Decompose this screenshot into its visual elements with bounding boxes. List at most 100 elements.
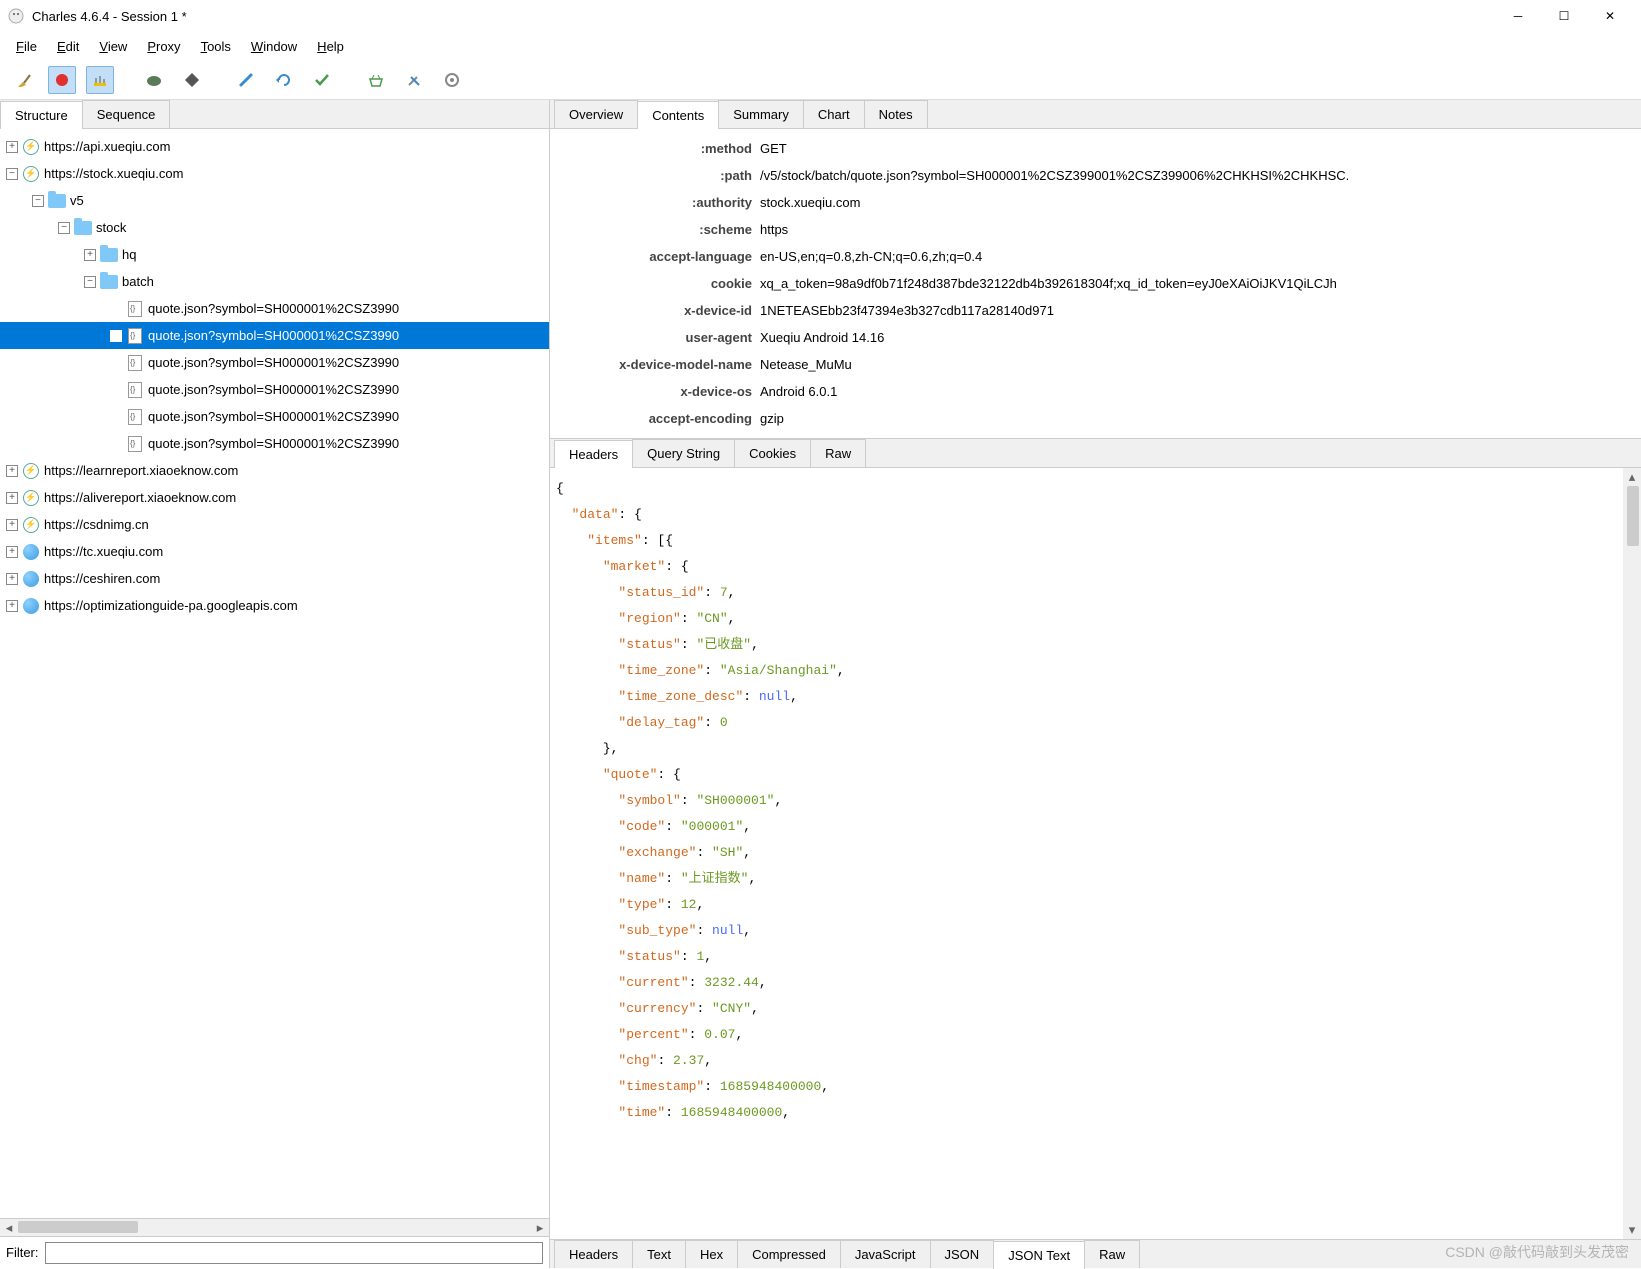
- tree-folder[interactable]: −v5: [0, 187, 549, 214]
- tree-folder[interactable]: −batch: [0, 268, 549, 295]
- expander-icon[interactable]: +: [6, 492, 18, 504]
- btab-headers[interactable]: Headers: [554, 1240, 633, 1268]
- repeat-icon[interactable]: [270, 66, 298, 94]
- response-json-view[interactable]: { "data": { "items": [{ "market": { "sta…: [550, 468, 1641, 1239]
- expander-icon[interactable]: −: [32, 195, 44, 207]
- subtab-cookies[interactable]: Cookies: [734, 439, 811, 467]
- tree-hscrollbar[interactable]: ◂▸: [0, 1218, 549, 1236]
- lock-icon: ⚡: [22, 462, 40, 480]
- maximize-button[interactable]: ☐: [1541, 0, 1587, 32]
- broom-icon[interactable]: [10, 66, 38, 94]
- btab-compressed[interactable]: Compressed: [737, 1240, 841, 1268]
- expander-icon[interactable]: +: [6, 573, 18, 585]
- titlebar: Charles 4.6.4 - Session 1 * ─ ☐ ✕: [0, 0, 1641, 32]
- btab-json[interactable]: JSON: [930, 1240, 995, 1268]
- tree-file[interactable]: quote.json?symbol=SH000001%2CSZ3990: [0, 322, 549, 349]
- request-subtabs: Headers Query String Cookies Raw: [550, 438, 1641, 468]
- expander-icon[interactable]: +: [84, 249, 96, 261]
- menu-file[interactable]: File: [6, 35, 47, 58]
- header-row: cookiexq_a_token=98a9df0b71f248d387bde32…: [560, 270, 1631, 297]
- close-button[interactable]: ✕: [1587, 0, 1633, 32]
- menu-tools[interactable]: Tools: [191, 35, 241, 58]
- menu-window[interactable]: Window: [241, 35, 307, 58]
- structure-tree[interactable]: +⚡https://api.xueqiu.com−⚡https://stock.…: [0, 129, 549, 1218]
- filter-input[interactable]: [45, 1242, 544, 1264]
- tree-host[interactable]: + https://ceshiren.com: [0, 565, 549, 592]
- expander-icon[interactable]: −: [58, 222, 70, 234]
- tree-host[interactable]: +⚡https://csdnimg.cn: [0, 511, 549, 538]
- expander-icon[interactable]: +: [6, 546, 18, 558]
- basket-icon[interactable]: [362, 66, 390, 94]
- json-vscrollbar[interactable]: ▴ ▾: [1623, 468, 1641, 1239]
- breakpoint-icon[interactable]: [178, 66, 206, 94]
- tree-host[interactable]: −⚡https://stock.xueqiu.com: [0, 160, 549, 187]
- json-line: "chg": 2.37,: [556, 1048, 1635, 1074]
- tab-notes[interactable]: Notes: [864, 100, 928, 128]
- tree-folder[interactable]: −stock: [0, 214, 549, 241]
- tab-contents[interactable]: Contents: [637, 101, 719, 129]
- expander-icon[interactable]: −: [6, 168, 18, 180]
- expander-icon[interactable]: +: [6, 141, 18, 153]
- tab-chart[interactable]: Chart: [803, 100, 865, 128]
- expander-icon[interactable]: +: [6, 465, 18, 477]
- file-icon: [126, 354, 144, 372]
- subtab-query[interactable]: Query String: [632, 439, 735, 467]
- expander-icon[interactable]: +: [6, 600, 18, 612]
- turtle-icon[interactable]: [140, 66, 168, 94]
- menu-proxy[interactable]: Proxy: [137, 35, 190, 58]
- header-row: accept-encodinggzip: [560, 405, 1631, 432]
- json-line: "status": "已收盘",: [556, 632, 1635, 658]
- file-icon: [126, 327, 144, 345]
- header-row: x-device-model-nameNetease_MuMu: [560, 351, 1631, 378]
- menubar: File Edit View Proxy Tools Window Help: [0, 32, 1641, 60]
- filter-bar: Filter:: [0, 1236, 549, 1268]
- toolbar: [0, 60, 1641, 100]
- folder-icon: [48, 192, 66, 210]
- header-row: :path/v5/stock/batch/quote.json?symbol=S…: [560, 162, 1631, 189]
- settings-icon[interactable]: [438, 66, 466, 94]
- tree-folder[interactable]: +hq: [0, 241, 549, 268]
- tree-file[interactable]: quote.json?symbol=SH000001%2CSZ3990: [0, 349, 549, 376]
- minimize-button[interactable]: ─: [1495, 0, 1541, 32]
- btab-javascript[interactable]: JavaScript: [840, 1240, 931, 1268]
- subtab-headers[interactable]: Headers: [554, 440, 633, 468]
- json-line: "percent": 0.07,: [556, 1022, 1635, 1048]
- folder-icon: [74, 219, 92, 237]
- tree-label: https://ceshiren.com: [44, 571, 160, 586]
- tab-overview[interactable]: Overview: [554, 100, 638, 128]
- tree-host[interactable]: +https://tc.xueqiu.com: [0, 538, 549, 565]
- expander-icon[interactable]: +: [6, 519, 18, 531]
- throttle-icon[interactable]: [86, 66, 114, 94]
- header-value: xq_a_token=98a9df0b71f248d387bde32122db4…: [760, 270, 1631, 297]
- lock-icon: ⚡: [22, 516, 40, 534]
- tree-label: quote.json?symbol=SH000001%2CSZ3990: [148, 436, 399, 451]
- header-key: x-device-model-name: [560, 351, 760, 378]
- tree-host[interactable]: +https://optimizationguide-pa.googleapis…: [0, 592, 549, 619]
- tree-file[interactable]: quote.json?symbol=SH000001%2CSZ3990: [0, 430, 549, 457]
- btab-hex[interactable]: Hex: [685, 1240, 738, 1268]
- subtab-raw[interactable]: Raw: [810, 439, 866, 467]
- validate-icon[interactable]: [308, 66, 336, 94]
- record-icon[interactable]: [48, 66, 76, 94]
- tree-host[interactable]: +⚡https://learnreport.xiaoeknow.com: [0, 457, 549, 484]
- tools-icon[interactable]: [400, 66, 428, 94]
- tree-host[interactable]: +⚡https://alivereport.xiaoeknow.com: [0, 484, 549, 511]
- expander-icon[interactable]: −: [84, 276, 96, 288]
- menu-edit[interactable]: Edit: [47, 35, 89, 58]
- edit-icon[interactable]: [232, 66, 260, 94]
- tab-structure[interactable]: Structure: [0, 101, 83, 129]
- btab-text[interactable]: Text: [632, 1240, 686, 1268]
- header-key: cookie: [560, 270, 760, 297]
- json-line: {: [556, 476, 1635, 502]
- left-panel: Structure Sequence +⚡https://api.xueqiu.…: [0, 100, 550, 1268]
- btab-raw[interactable]: Raw: [1084, 1240, 1140, 1268]
- tab-summary[interactable]: Summary: [718, 100, 804, 128]
- btab-jsontext[interactable]: JSON Text: [993, 1241, 1085, 1269]
- tree-file[interactable]: quote.json?symbol=SH000001%2CSZ3990: [0, 403, 549, 430]
- tree-file[interactable]: quote.json?symbol=SH000001%2CSZ3990: [0, 295, 549, 322]
- tree-file[interactable]: quote.json?symbol=SH000001%2CSZ3990: [0, 376, 549, 403]
- menu-help[interactable]: Help: [307, 35, 354, 58]
- tree-host[interactable]: +⚡https://api.xueqiu.com: [0, 133, 549, 160]
- menu-view[interactable]: View: [89, 35, 137, 58]
- tab-sequence[interactable]: Sequence: [82, 100, 171, 128]
